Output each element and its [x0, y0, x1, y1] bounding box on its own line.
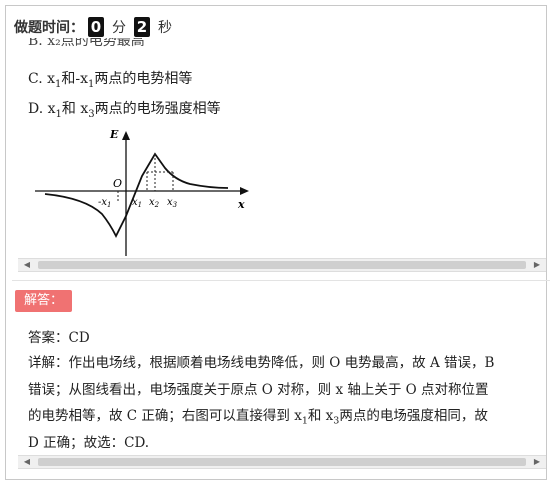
- option-c-suffix: 两点的电势相等: [94, 71, 193, 87]
- x1-label: x1: [132, 197, 142, 209]
- scroll-left-icon[interactable]: ◀: [20, 456, 34, 468]
- scroll-right-icon[interactable]: ▶: [530, 456, 544, 468]
- answer-text: 答案：CD: [28, 330, 90, 346]
- timer-bar: 做题时间： 0 分 2 秒: [14, 14, 176, 40]
- neg-x1-label: -x1: [98, 197, 112, 209]
- explanation-line-3-b: 和 x: [307, 408, 334, 424]
- explanation-line-3-a: 的电势相等，故 C 正确；右图可以直接得到 x: [28, 408, 302, 424]
- scrollbar-thumb[interactable]: [38, 261, 526, 269]
- explanation-line-3-c: 两点的电场强度相同，故: [339, 408, 488, 424]
- option-c-mid: 和-x: [61, 71, 89, 87]
- field-curve: [44, 152, 229, 239]
- y-axis-arrow: [122, 131, 130, 140]
- explanation-line-2: 错误；从图线看出，电场强度关于原点 O 对称，则 x 轴上关于 O 点对称位置: [28, 382, 489, 398]
- option-d-suffix: 两点的电场强度相等: [94, 101, 221, 117]
- option-c: C. x1和-x1两点的电势相等: [28, 68, 192, 90]
- timer-seconds: 2: [134, 17, 150, 37]
- section-divider: [12, 280, 550, 281]
- explanation-line-1: 详解：作出电场线，根据顺着电场线电势降低，则 O 电势最高，故 A 错误，B: [28, 355, 495, 371]
- explanation-line-4: D 正确；故选：CD.: [28, 435, 150, 451]
- option-b-partial: B. x₂点的电势最高: [28, 38, 145, 49]
- timer-minutes: 0: [88, 17, 104, 37]
- x3-label: x3: [167, 197, 178, 209]
- option-c-prefix: C. x: [28, 71, 56, 87]
- timer-label: 做题时间：: [14, 20, 84, 36]
- x2-label: x2: [149, 197, 160, 209]
- timer-seconds-unit: 秒: [158, 20, 172, 36]
- x-axis-arrow: [240, 187, 249, 195]
- option-d-mid: 和 x: [61, 101, 89, 117]
- explanation-line-3: 的电势相等，故 C 正确；右图可以直接得到 x1和 x3两点的电场强度相同，故: [28, 404, 550, 427]
- option-d: D. x1和 x3两点的电场强度相等: [28, 98, 221, 120]
- origin-label: O: [113, 177, 122, 190]
- scroll-left-icon[interactable]: ◀: [20, 259, 34, 271]
- question-scroll-pane[interactable]: B. x₂点的电势最高 C. x1和-x1两点的电势相等 D. x1和 x3两点…: [12, 38, 546, 270]
- question-horizontal-scrollbar[interactable]: ◀ ▶: [18, 258, 546, 272]
- scroll-right-icon[interactable]: ▶: [530, 259, 544, 271]
- timer-minutes-unit: 分: [112, 20, 126, 36]
- y-axis-label: E: [109, 128, 119, 141]
- solution-badge: 解答：: [15, 290, 73, 312]
- scrollbar-thumb[interactable]: [38, 458, 526, 466]
- x-axis-label: x: [237, 198, 245, 211]
- option-d-prefix: D. x: [28, 101, 56, 117]
- solution-horizontal-scrollbar[interactable]: ◀ ▶: [18, 455, 546, 469]
- electric-field-graph: E x O -x1 x1 x2 x3: [35, 128, 249, 256]
